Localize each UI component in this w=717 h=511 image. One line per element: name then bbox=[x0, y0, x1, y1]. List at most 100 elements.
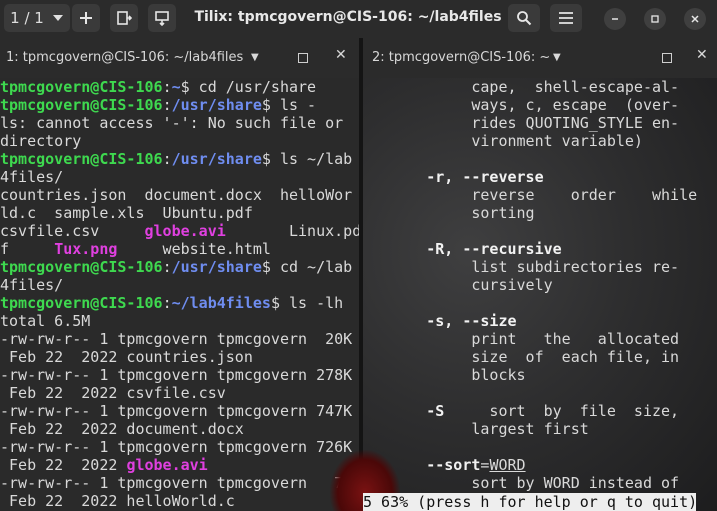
chevron-down-icon bbox=[52, 14, 64, 22]
right-pane-title[interactable]: 2: tpmcgovern@CIS-106: ~ bbox=[372, 50, 550, 65]
terminal-line: f Tux.png website.html bbox=[0, 240, 359, 258]
maximize-pane-icon[interactable] bbox=[662, 53, 672, 63]
close-pane-icon[interactable]: ✕ bbox=[335, 47, 347, 63]
terminal-text: sort by file size, bbox=[444, 402, 680, 420]
terminal-text: tpmcgovern@CIS-106 bbox=[0, 150, 163, 168]
chevron-down-icon[interactable]: ▼ bbox=[553, 52, 561, 63]
maximize-button[interactable] bbox=[644, 8, 666, 30]
terminal-text: -rw-rw-r-- 1 tpmcgovern tpmcgovern 278K bbox=[0, 366, 353, 384]
terminal-text: list subdirectories re- bbox=[363, 258, 680, 276]
close-button[interactable] bbox=[684, 8, 706, 30]
terminal-text: $ ls - bbox=[261, 96, 317, 114]
terminal-line: blocks bbox=[363, 366, 717, 384]
terminal-line: Feb 22 2022 countries.json bbox=[0, 348, 359, 366]
terminal-line: -rw-rw-r-- 1 tpmcgovern tpmcgovern 726K bbox=[0, 438, 359, 456]
session-switcher-button[interactable]: 1 / 1 bbox=[4, 4, 70, 32]
terminal-text: ways, c, escape (over- bbox=[363, 96, 680, 114]
terminal-text: tpmcgovern@CIS-106 bbox=[0, 96, 163, 114]
terminal-text: tpmcgovern@CIS-106 bbox=[0, 294, 163, 312]
terminal-text: cape, shell-escape-al- bbox=[363, 78, 680, 96]
terminal-text: : bbox=[162, 258, 172, 276]
terminal-line: -r, --reverse bbox=[363, 168, 717, 186]
terminal-line: tpmcgovern@CIS-106:/usr/share$ cd ~/lab bbox=[0, 258, 359, 276]
terminal-line: reverse order while bbox=[363, 186, 717, 204]
terminal-text: print the allocated bbox=[363, 330, 680, 348]
split-right-icon bbox=[116, 10, 132, 26]
terminal-line: ls: cannot access '-': No such file or bbox=[0, 114, 359, 132]
terminal-text: /usr/share bbox=[171, 150, 262, 168]
terminal-text: : bbox=[162, 150, 172, 168]
terminal-text: Linux.pd bbox=[225, 222, 359, 240]
terminal-text: globe.avi bbox=[144, 222, 226, 240]
terminal-text: -rw-rw-r-- 1 tpmcgovern tpmcgovern 76 bbox=[0, 474, 353, 492]
split-right-button[interactable] bbox=[110, 4, 138, 32]
right-terminal[interactable]: cape, shell-escape-al- ways, c, escape (… bbox=[363, 78, 717, 511]
split-down-icon bbox=[154, 10, 170, 26]
terminal-text: --sort bbox=[426, 456, 481, 474]
maximize-pane-icon[interactable] bbox=[298, 53, 308, 63]
terminal-text: -S bbox=[426, 402, 445, 420]
terminal-line: cape, shell-escape-al- bbox=[363, 78, 717, 96]
left-pane-title[interactable]: 1: tpmcgovern@CIS-106: ~/lab4files bbox=[6, 50, 243, 65]
terminal-text: globe.avi bbox=[126, 456, 208, 474]
terminal-text: blocks bbox=[363, 366, 526, 384]
chevron-down-icon[interactable]: ▼ bbox=[251, 52, 259, 63]
left-terminal[interactable]: tpmcgovern@CIS-106:~$ cd /usr/share tpmcg… bbox=[0, 78, 359, 511]
terminal-text: ~ bbox=[171, 78, 181, 96]
plus-icon bbox=[79, 11, 93, 25]
maximize-icon bbox=[650, 14, 660, 24]
search-button[interactable] bbox=[508, 4, 540, 32]
terminal-text: 4files/ bbox=[0, 276, 64, 294]
terminal-text: website.html bbox=[117, 240, 271, 258]
terminal-line: vironment variable) bbox=[363, 132, 717, 150]
terminal-text: sort by WORD instead of bbox=[363, 474, 680, 492]
terminal-line: --sort=WORD bbox=[363, 456, 717, 474]
close-pane-icon[interactable]: ✕ bbox=[696, 47, 708, 63]
terminal-text: Feb 22 2022 csvfile.csv bbox=[0, 384, 226, 402]
terminal-line: -rw-rw-r-- 1 tpmcgovern tpmcgovern 278K bbox=[0, 366, 359, 384]
terminal-text: Feb 22 2022 bbox=[0, 456, 127, 474]
terminal-line: largest first bbox=[363, 420, 717, 438]
minimize-button[interactable] bbox=[604, 8, 626, 30]
terminal-line: ld.c sample.xls Ubuntu.pdf bbox=[0, 204, 359, 222]
add-terminal-button[interactable] bbox=[72, 4, 100, 32]
terminal-text: : bbox=[162, 294, 172, 312]
terminal-line: -rw-rw-r-- 1 tpmcgovern tpmcgovern 747K bbox=[0, 402, 359, 420]
terminal-line: Feb 22 2022 csvfile.csv bbox=[0, 384, 359, 402]
terminal-text: sorting bbox=[363, 204, 535, 222]
terminal-line: countries.json document.docx helloWor bbox=[0, 186, 359, 204]
menu-button[interactable] bbox=[550, 4, 582, 32]
terminal-text: -s, --size bbox=[426, 312, 517, 330]
search-icon bbox=[516, 10, 532, 26]
terminal-text: tpmcgovern@CIS-106 bbox=[0, 258, 163, 276]
terminal-text: vironment variable) bbox=[363, 132, 643, 150]
title-bar: 1 / 1 Tilix: tpmcgovern@CIS-106: ~/lab4f… bbox=[0, 0, 717, 39]
terminal-line: sorting bbox=[363, 204, 717, 222]
terminal-line: cursively bbox=[363, 276, 717, 294]
terminal-text: Feb 22 2022 countries.json bbox=[0, 348, 253, 366]
terminal-text: /usr/share bbox=[171, 96, 262, 114]
terminal-text: 4files/ bbox=[0, 168, 64, 186]
terminal-text: $ ls -lh bbox=[270, 294, 344, 312]
terminal-line: sort by WORD instead of bbox=[363, 474, 717, 492]
terminal-line: tpmcgovern@CIS-106:~/lab4files$ ls -lh bbox=[0, 294, 359, 312]
terminal-line: -R, --recursive bbox=[363, 240, 717, 258]
terminal-text: ld.c sample.xls Ubuntu.pdf bbox=[0, 204, 253, 222]
terminal-text: cursively bbox=[363, 276, 553, 294]
terminal-line: Feb 22 2022 globe.avi bbox=[0, 456, 359, 474]
terminal-text: largest first bbox=[363, 420, 589, 438]
terminal-line: list subdirectories re- bbox=[363, 258, 717, 276]
terminal-text: /usr/share bbox=[171, 258, 262, 276]
split-down-button[interactable] bbox=[148, 4, 176, 32]
terminal-text: : bbox=[162, 78, 172, 96]
terminal-line: Feb 22 2022 helloWorld.c bbox=[0, 492, 359, 510]
terminal-text: -rw-rw-r-- 1 tpmcgovern tpmcgovern 20K bbox=[0, 330, 353, 348]
terminal-text: -R, --recursive bbox=[426, 240, 562, 258]
